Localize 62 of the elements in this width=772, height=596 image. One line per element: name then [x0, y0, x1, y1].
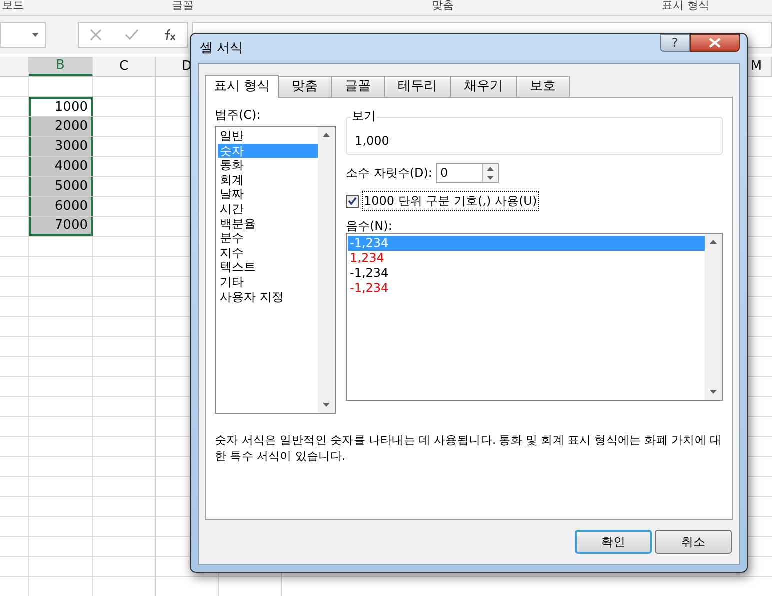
window-title: 셀 서식 [199, 40, 244, 58]
down-arrow-icon[interactable] [710, 390, 717, 394]
down-arrow-icon[interactable] [323, 403, 330, 407]
scrollbar[interactable] [318, 127, 335, 413]
list-item[interactable]: 일반 [218, 129, 318, 144]
tab[interactable]: 맞춤 [278, 76, 332, 97]
preview-value: 1,000 [355, 133, 390, 150]
negative-numbers-list[interactable]: -1,234 1,234 -1,234 -1,234 [346, 233, 723, 401]
table-cell[interactable]: 5000 [29, 177, 93, 196]
column-header[interactable]: C [93, 57, 156, 76]
ribbon-group-label: 글꼴 [172, 0, 195, 12]
table-cell[interactable]: 6000 [29, 197, 93, 216]
tab[interactable]: 테두리 [384, 76, 452, 97]
check-icon[interactable] [124, 29, 139, 41]
decimal-places-value: 0 [439, 165, 450, 182]
close-icon [709, 38, 721, 48]
list-item[interactable]: 날짜 [218, 187, 318, 202]
thousands-separator-label[interactable]: 1000 단위 구분 기호(,) 사용(U) [362, 191, 540, 211]
table-cell[interactable]: 3000 [29, 137, 93, 156]
list-item[interactable]: 백분율 [218, 216, 318, 232]
up-arrow-icon[interactable] [710, 240, 717, 244]
dialog-button[interactable]: 확인 [575, 530, 652, 554]
help-button[interactable]: ? [660, 34, 690, 52]
table-cell[interactable]: 2000 [29, 117, 93, 136]
down-arrow-icon[interactable] [32, 33, 39, 37]
category-label: 범주(C): [215, 107, 262, 124]
list-item[interactable]: -1,234 [348, 281, 705, 296]
checkbox[interactable] [346, 194, 359, 208]
list-item[interactable]: -1,234 [348, 266, 705, 281]
category-list[interactable]: 일반 숫자 통화 회계 날짜 시간 백분율 분수 지수 텍스트 기타 사용자 지정 [215, 126, 336, 414]
list-item[interactable]: 회계 [218, 172, 318, 188]
tab[interactable]: 채우기 [450, 76, 518, 97]
list-item[interactable]: 분수 [218, 231, 318, 246]
list-item[interactable]: 통화 [218, 158, 318, 173]
scrollbar[interactable] [705, 234, 722, 400]
list-item[interactable]: 텍스트 [218, 260, 318, 275]
table-cell[interactable]: 7000 [29, 217, 93, 236]
table-cell[interactable]: 1000 [29, 97, 93, 116]
format-description: 숫자 서식은 일반적인 숫자를 나타내는 데 사용됩니다. 통화 및 회계 표시 형식에는 화폐 가치에 대한 특수 서식이 있습니다. [215, 432, 723, 464]
tab[interactable]: 표시 형식 [205, 75, 280, 98]
ribbon-group-label: 보드 [2, 0, 25, 12]
negative-numbers-label: 음수(N): [346, 218, 394, 233]
tab[interactable]: 글꼴 [331, 76, 386, 97]
preview-label: 보기 [351, 109, 377, 123]
down-arrow-icon[interactable] [487, 176, 494, 180]
ribbon-group-label: 표시 형식 [662, 0, 710, 12]
dialog-button[interactable]: 취소 [655, 530, 732, 554]
decimal-places-label: 소수 자릿수(D): [346, 165, 432, 182]
column-header[interactable]: B [29, 57, 93, 76]
list-item[interactable]: 기타 [218, 274, 318, 290]
list-item[interactable]: 시간 [218, 202, 318, 217]
list-item[interactable]: 1,234 [348, 251, 705, 266]
decimal-places-spinner[interactable]: 0 [436, 163, 500, 183]
list-item[interactable]: 지수 [218, 246, 318, 260]
up-arrow-icon[interactable] [487, 166, 494, 170]
close-button[interactable] [690, 34, 740, 52]
table-cell[interactable]: 4000 [29, 157, 93, 176]
ribbon-group-label: 맞춤 [432, 0, 455, 12]
up-arrow-icon[interactable] [323, 133, 330, 137]
tab[interactable]: 보호 [516, 76, 570, 97]
check-icon [348, 197, 357, 205]
list-item[interactable]: 사용자 지정 [218, 290, 318, 304]
